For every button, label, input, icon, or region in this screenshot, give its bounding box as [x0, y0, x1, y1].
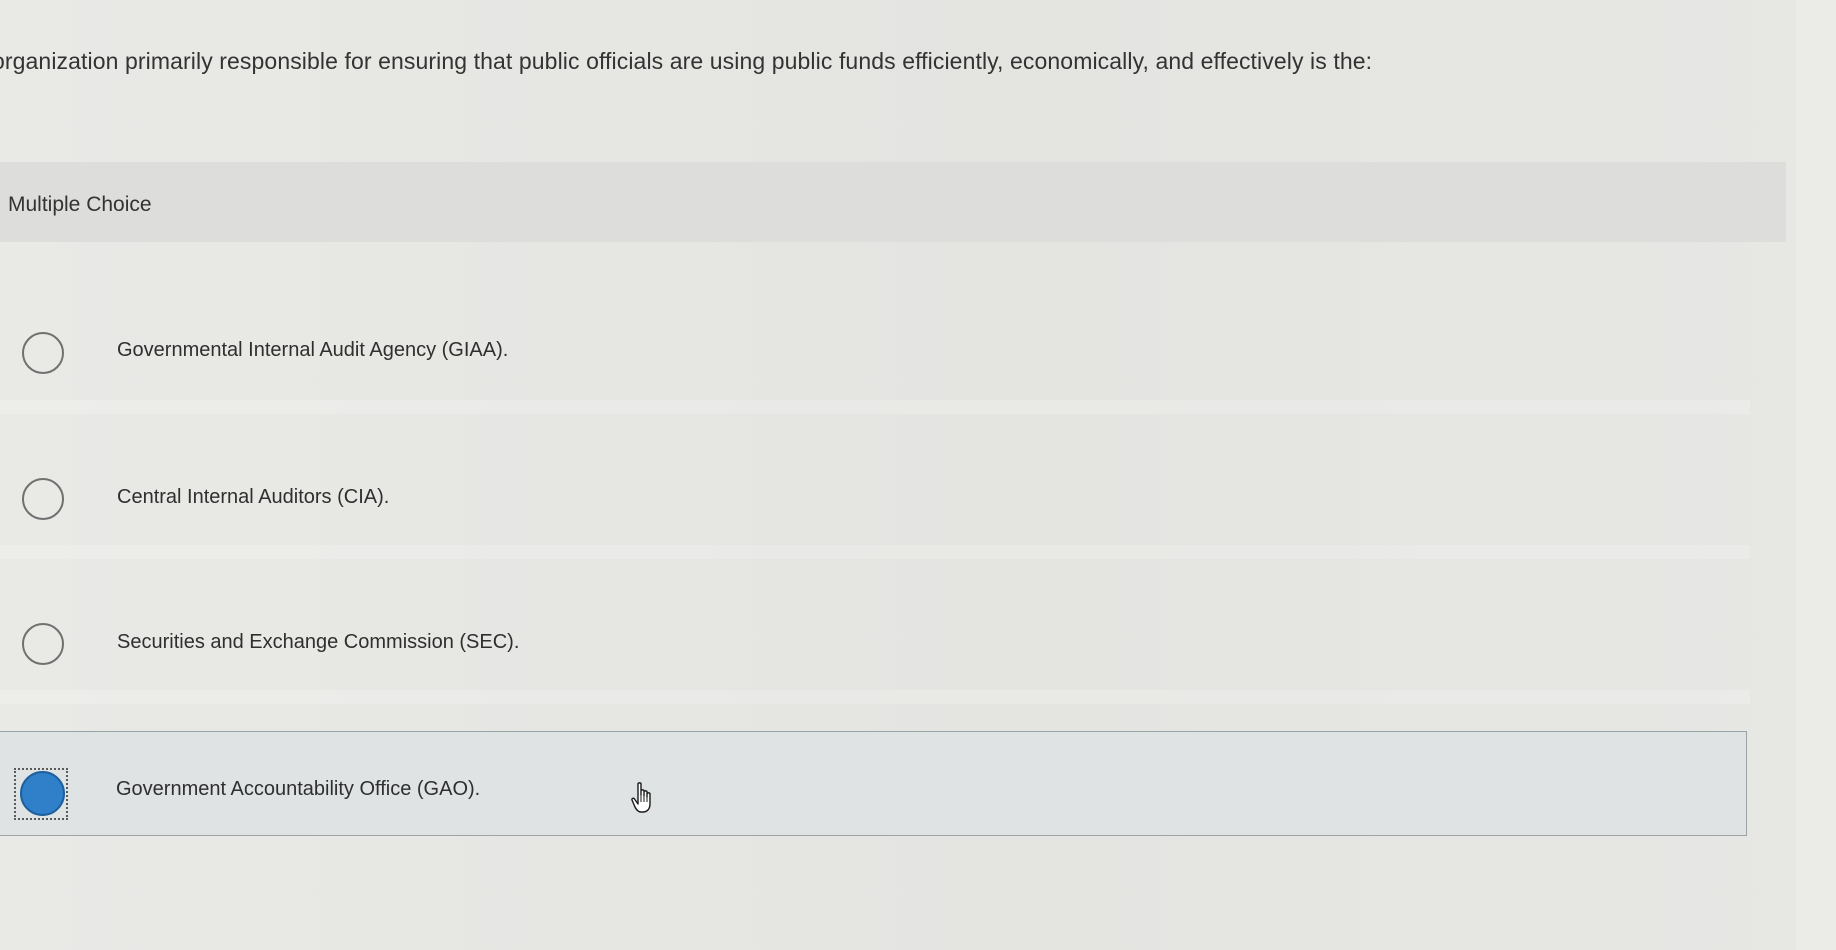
row-divider [0, 690, 1750, 704]
answer-label-4[interactable]: Government Accountability Office (GAO). [116, 778, 480, 801]
row-divider [0, 400, 1750, 414]
quiz-page: organization primarily responsible for e… [0, 0, 1836, 950]
question-prompt: organization primarily responsible for e… [0, 48, 1373, 74]
hand-pointer-icon [630, 781, 658, 815]
radio-button-4-checked[interactable] [20, 771, 65, 816]
radio-button-3[interactable] [22, 623, 64, 665]
row-divider [0, 545, 1750, 559]
question-type-header [0, 162, 1786, 242]
radio-button-2[interactable] [22, 478, 64, 520]
answer-option-3[interactable]: Securities and Exchange Commission (SEC)… [0, 258, 1745, 665]
question-text: organization primarily responsible for e… [0, 48, 1700, 75]
question-type-label: Multiple Choice [8, 193, 152, 216]
page-edge [1796, 0, 1836, 950]
answer-label-3[interactable]: Securities and Exchange Commission (SEC)… [117, 631, 519, 654]
answer-label-2[interactable]: Central Internal Auditors (CIA). [117, 486, 389, 509]
